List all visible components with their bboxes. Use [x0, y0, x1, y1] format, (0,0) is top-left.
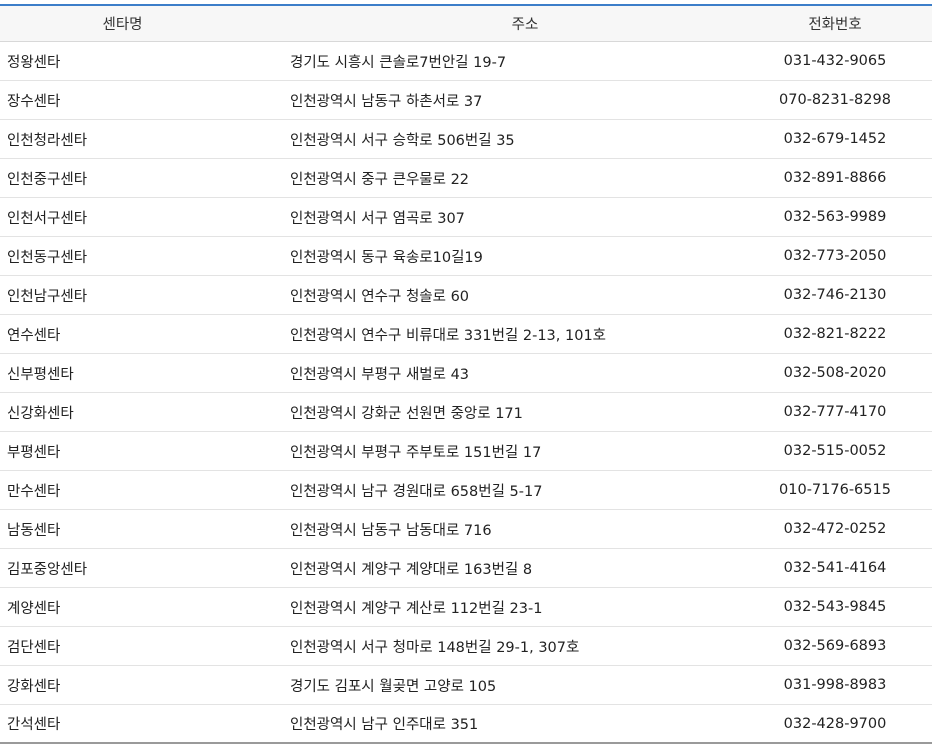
phone-cell: 032-679-1452 — [783, 131, 887, 147]
table-row: 인천중구센타 인천광역시 중구 큰우물로 22 032-891-8866 — [0, 159, 932, 198]
table-row: 간석센타 인천광역시 남구 인주대로 351 032-428-9700 — [0, 705, 932, 744]
table-row: 강화센타 경기도 김포시 월곶면 고양로 105 031-998-8983 — [0, 666, 932, 705]
center-name-cell: 인천동구센타 — [7, 249, 88, 266]
phone-cell: 032-569-6893 — [783, 638, 887, 654]
table-row: 인천서구센타 인천광역시 서구 염곡로 307 032-563-9989 — [0, 198, 932, 237]
phone-cell: 032-773-2050 — [783, 248, 887, 264]
table-row: 남동센타 인천광역시 남동구 남동대로 716 032-472-0252 — [0, 510, 932, 549]
address-cell: 인천광역시 서구 청마로 148번길 29-1, 307호 — [290, 639, 580, 656]
address-cell: 인천광역시 서구 승학로 506번길 35 — [290, 132, 515, 149]
address-cell: 인천광역시 계양구 계양대로 163번길 8 — [290, 561, 533, 578]
center-name-cell: 김포중앙센타 — [7, 561, 88, 578]
center-name-cell: 신강화센타 — [7, 405, 74, 422]
address-cell: 인천광역시 중구 큰우물로 22 — [290, 171, 470, 188]
address-cell: 인천광역시 남동구 남동대로 716 — [290, 522, 492, 539]
phone-cell: 032-428-9700 — [783, 715, 887, 732]
table-row: 장수센타 인천광역시 남동구 하촌서로 37 070-8231-8298 — [0, 81, 932, 120]
address-cell: 인천광역시 계양구 계산로 112번길 23-1 — [290, 600, 543, 617]
center-name-cell: 연수센타 — [7, 327, 61, 344]
center-name-cell: 인천중구센타 — [7, 171, 88, 188]
center-name-cell: 인천서구센타 — [7, 210, 88, 227]
center-name-cell: 장수센타 — [7, 93, 61, 110]
center-name-cell: 만수센타 — [7, 483, 61, 500]
table-header-row: 센타명 주소 전화번호 — [0, 6, 932, 42]
center-name-cell: 검단센타 — [7, 639, 61, 656]
center-name-cell: 부평센타 — [7, 444, 61, 461]
phone-cell: 032-515-0052 — [783, 443, 887, 459]
table-row: 연수센타 인천광역시 연수구 비류대로 331번길 2-13, 101호 032-8… — [0, 315, 932, 354]
phone-cell: 010-7176-6515 — [779, 482, 891, 498]
phone-cell: 032-508-2020 — [783, 365, 887, 381]
phone-cell: 032-472-0252 — [783, 521, 887, 537]
address-cell: 인천광역시 부평구 새벌로 43 — [290, 366, 470, 383]
center-table: 센타명 주소 전화번호 정왕센타 경기도 시흥시 큰솔로7번안길 19-7 031-… — [0, 0, 932, 750]
table-row: 인천청라센타 인천광역시 서구 승학로 506번길 35 032-679-1452 — [0, 120, 932, 159]
phone-cell: 032-746-2130 — [783, 287, 887, 303]
center-name-cell: 정왕센타 — [7, 54, 61, 71]
center-name-cell: 계양센타 — [7, 600, 61, 617]
table-row: 만수센타 인천광역시 남구 경원대로 658번길 5-17 010-7176-651… — [0, 471, 932, 510]
header-center-name: 센타명 — [102, 17, 143, 33]
table-row: 부평센타 인천광역시 부평구 주부토로 151번길 17 032-515-0052 — [0, 432, 932, 471]
center-name-cell: 간석센타 — [7, 717, 61, 733]
table-row: 인천남구센타 인천광역시 연수구 청솔로 60 032-746-2130 — [0, 276, 932, 315]
address-cell: 인천광역시 남동구 하촌서로 37 — [290, 93, 483, 110]
address-cell: 인천광역시 부평구 주부토로 151번길 17 — [290, 444, 542, 461]
address-cell: 인천광역시 서구 염곡로 307 — [290, 210, 465, 227]
address-cell: 경기도 시흥시 큰솔로7번안길 19-7 — [290, 54, 507, 71]
phone-cell: 032-891-8866 — [783, 170, 887, 186]
address-cell: 인천광역시 강화군 선원면 중앙로 171 — [290, 405, 523, 422]
table-row: 김포중앙센타 인천광역시 계양구 계양대로 163번길 8 032-541-4164 — [0, 549, 932, 588]
center-name-cell: 인천청라센타 — [7, 132, 88, 149]
phone-cell: 031-998-8983 — [783, 677, 887, 693]
phone-cell: 032-821-8222 — [783, 326, 887, 342]
phone-cell: 031-432-9065 — [783, 53, 887, 69]
table-row: 신부평센타 인천광역시 부평구 새벌로 43 032-508-2020 — [0, 354, 932, 393]
table-row: 계양센타 인천광역시 계양구 계산로 112번길 23-1 032-543-9845 — [0, 588, 932, 627]
table-row: 정왕센타 경기도 시흥시 큰솔로7번안길 19-7 031-432-9065 — [0, 42, 932, 81]
table-row: 인천동구센타 인천광역시 동구 육송로10길19 032-773-2050 — [0, 237, 932, 276]
address-cell: 인천광역시 연수구 비류대로 331번길 2-13, 101호 — [290, 327, 607, 344]
center-name-cell: 강화센타 — [7, 678, 61, 695]
header-phone: 전화번호 — [808, 17, 862, 33]
header-address: 주소 — [511, 17, 539, 33]
phone-cell: 070-8231-8298 — [779, 92, 891, 108]
table-row: 검단센타 인천광역시 서구 청마로 148번길 29-1, 307호 032-569… — [0, 627, 932, 666]
phone-cell: 032-777-4170 — [783, 404, 887, 420]
center-name-cell: 남동센타 — [7, 522, 61, 539]
table-body: 정왕센타 경기도 시흥시 큰솔로7번안길 19-7 031-432-9065 장수센타… — [0, 42, 932, 744]
address-cell: 인천광역시 남구 인주대로 351 — [290, 717, 479, 733]
phone-cell: 032-563-9989 — [783, 209, 887, 225]
phone-cell: 032-543-9845 — [783, 599, 887, 615]
center-name-cell: 신부평센타 — [7, 366, 74, 383]
table-row: 신강화센타 인천광역시 강화군 선원면 중앙로 171 032-777-4170 — [0, 393, 932, 432]
address-cell: 인천광역시 동구 육송로10길19 — [290, 249, 483, 266]
address-cell: 인천광역시 연수구 청솔로 60 — [290, 288, 470, 305]
phone-cell: 032-541-4164 — [783, 560, 887, 576]
center-name-cell: 인천남구센타 — [7, 288, 88, 305]
address-cell: 인천광역시 남구 경원대로 658번길 5-17 — [290, 483, 543, 500]
address-cell: 경기도 김포시 월곶면 고양로 105 — [290, 678, 497, 695]
